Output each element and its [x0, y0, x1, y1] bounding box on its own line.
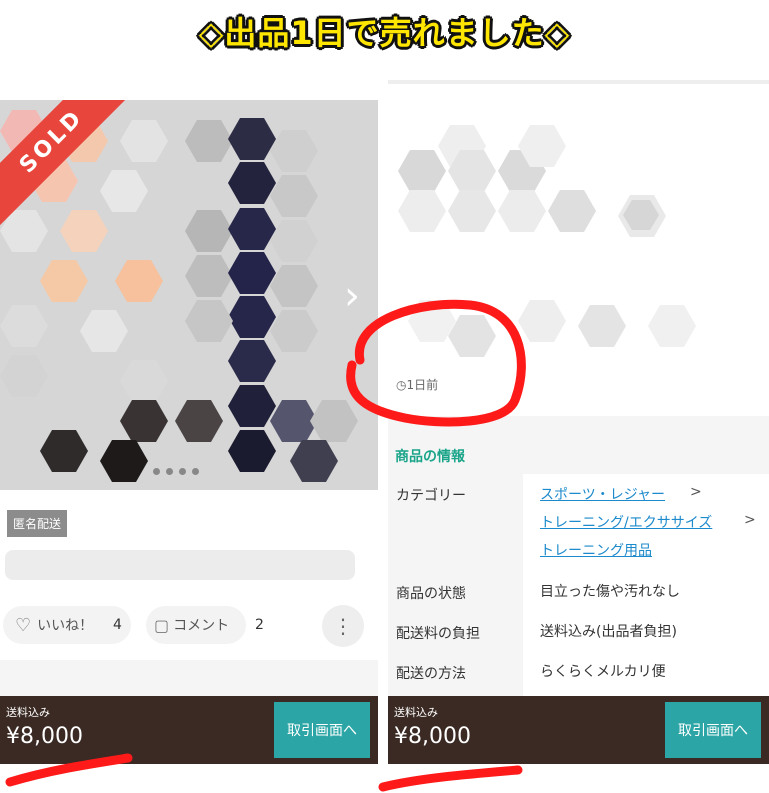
- blurred-title: [5, 550, 355, 580]
- like-label: いいね！: [37, 618, 94, 634]
- condition-value: 目立った傷や汚れなし: [540, 584, 680, 600]
- chevron-right-icon: >: [690, 484, 702, 500]
- more-options-icon[interactable]: ⋮: [322, 605, 364, 647]
- heart-icon: ♡: [15, 614, 32, 636]
- comment-label: コメント: [173, 618, 230, 634]
- carousel-dot[interactable]: [153, 468, 160, 475]
- shipping-method-label: 配送の方法: [396, 666, 466, 682]
- comment-icon: ▢: [154, 615, 170, 635]
- purchase-bar: 送料込み ¥8,000 取引画面へ: [0, 696, 378, 764]
- red-underline-annotation: [378, 765, 523, 792]
- comment-count: 2: [255, 617, 264, 633]
- like-button[interactable]: ♡ いいね！: [3, 606, 131, 644]
- purchase-bar: 送料込み ¥8,000 取引画面へ: [388, 696, 769, 764]
- headline-banner: ◇出品1日で売れました◇: [198, 14, 571, 52]
- condition-label: 商品の状態: [396, 586, 466, 602]
- like-count: 4: [113, 617, 122, 633]
- price: ¥8,000: [6, 724, 83, 749]
- shipping-fee-value: 送料込み(出品者負担): [540, 624, 677, 640]
- trade-screen-button[interactable]: 取引画面へ: [274, 702, 370, 758]
- chevron-right-icon: >: [744, 512, 756, 528]
- shipping-fee-label: 配送料の負担: [396, 626, 480, 642]
- shipping-method-value: らくらくメルカリ便: [540, 664, 666, 680]
- anonymous-shipping-badge: 匿名配送: [7, 510, 68, 537]
- carousel-dot[interactable]: [179, 468, 186, 475]
- listing-panel-right: ◷1日前 商品の情報 カテゴリー スポーツ・レジャー > トレーニング/エクササ…: [388, 80, 769, 764]
- carousel-dots: [150, 460, 202, 479]
- category-link-training[interactable]: トレーニング/エクササイズ: [540, 512, 712, 532]
- posted-time: ◷1日前: [396, 378, 439, 392]
- next-image-arrow-icon[interactable]: ›: [344, 276, 360, 316]
- category-link-sports[interactable]: スポーツ・レジャー: [540, 484, 665, 504]
- shipping-included-label: 送料込み: [394, 706, 438, 719]
- category-label: カテゴリー: [396, 488, 466, 504]
- carousel-dot[interactable]: [192, 468, 199, 475]
- category-link-training-goods[interactable]: トレーニング用品: [540, 540, 652, 560]
- product-info-title: 商品の情報: [395, 449, 465, 465]
- clock-icon: ◷: [396, 378, 407, 392]
- trade-screen-button[interactable]: 取引画面へ: [665, 702, 761, 758]
- product-photo[interactable]: SOLD ›: [0, 100, 378, 490]
- listing-panel-left: SOLD › 匿名配送 ♡ いいね！ 4 ▢ コメント 2 ⋮ 送料込み ¥8,…: [0, 100, 378, 764]
- comment-button[interactable]: ▢ コメント: [146, 606, 246, 644]
- shipping-included-label: 送料込み: [6, 706, 50, 719]
- carousel-dot[interactable]: [166, 468, 173, 475]
- price: ¥8,000: [394, 724, 471, 749]
